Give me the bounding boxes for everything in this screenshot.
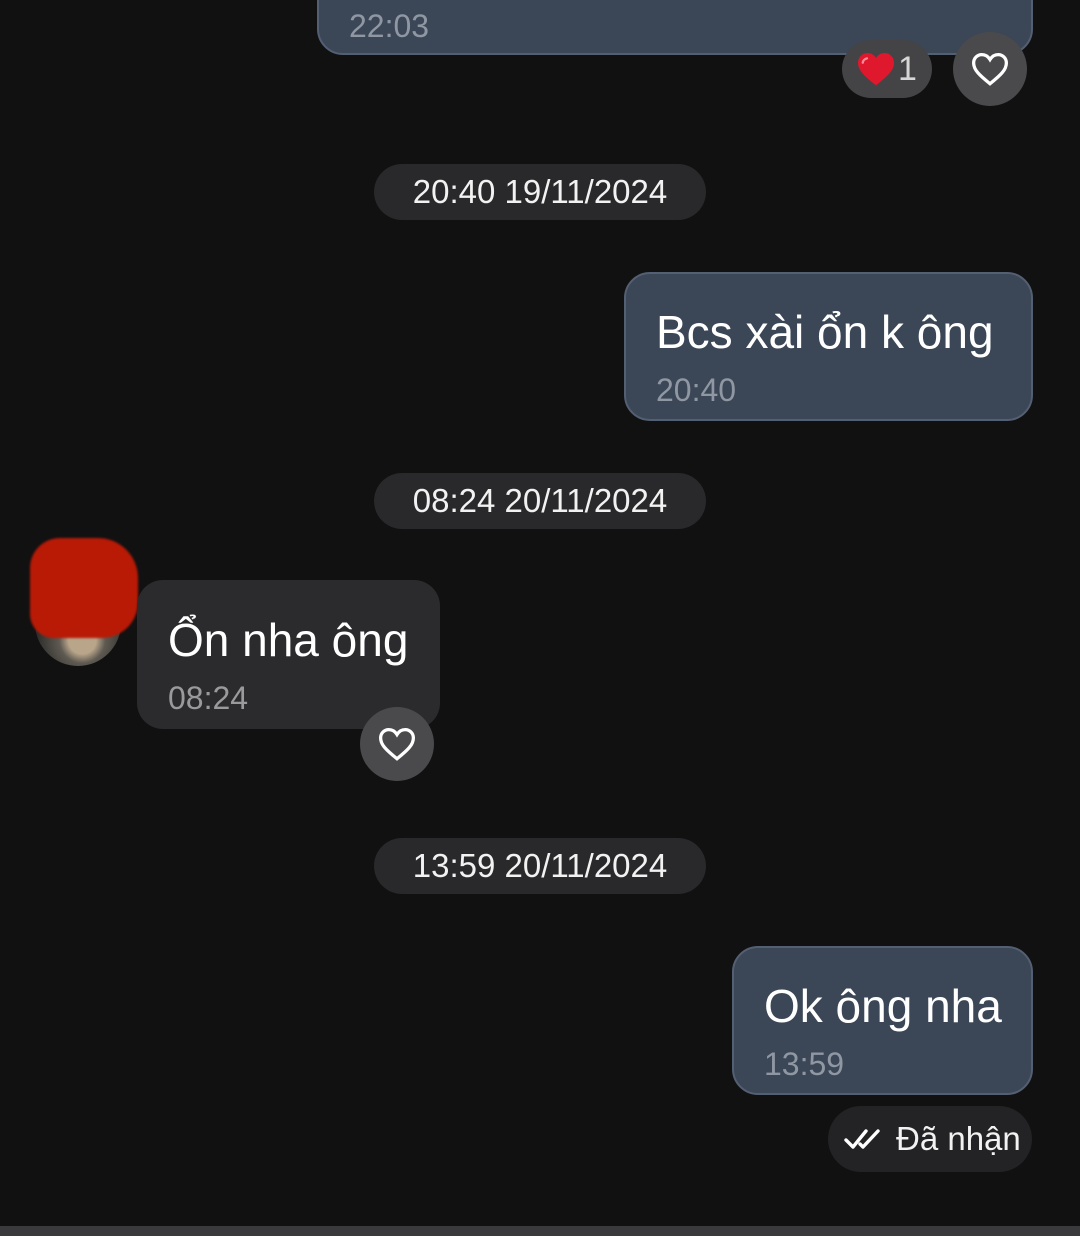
- status-label: Đã nhận: [896, 1120, 1021, 1157]
- outgoing-message-bubble[interactable]: Ok ông nha 13:59: [732, 946, 1033, 1095]
- message-time: 22:03: [349, 8, 430, 44]
- message-time: 13:59: [764, 1046, 845, 1082]
- message-time: 20:40: [656, 372, 737, 408]
- heart-outline-icon: [971, 52, 1009, 86]
- bottom-divider: [0, 1226, 1080, 1236]
- reaction-summary[interactable]: 1: [842, 40, 932, 98]
- react-heart-button[interactable]: [953, 32, 1027, 106]
- delivery-status: Đã nhận: [828, 1106, 1032, 1172]
- message-time: 08:24: [168, 680, 249, 716]
- red-heart-icon: [858, 52, 894, 86]
- message-text: Bcs xài ổn k ông: [656, 306, 994, 358]
- double-check-icon: [844, 1129, 880, 1149]
- message-text: Ổn nha ông: [168, 614, 409, 666]
- date-separator: 08:24 20/11/2024: [374, 473, 706, 529]
- redaction-mark: [30, 538, 138, 638]
- react-heart-button[interactable]: [360, 707, 434, 781]
- outgoing-message-bubble[interactable]: 22:03: [317, 0, 1033, 55]
- message-text: Ok ông nha: [764, 980, 1002, 1032]
- reaction-count: 1: [898, 49, 917, 88]
- date-separator: 13:59 20/11/2024: [374, 838, 706, 894]
- heart-outline-icon: [378, 727, 416, 761]
- outgoing-message-bubble[interactable]: Bcs xài ổn k ông 20:40: [624, 272, 1033, 421]
- date-separator: 20:40 19/11/2024: [374, 164, 706, 220]
